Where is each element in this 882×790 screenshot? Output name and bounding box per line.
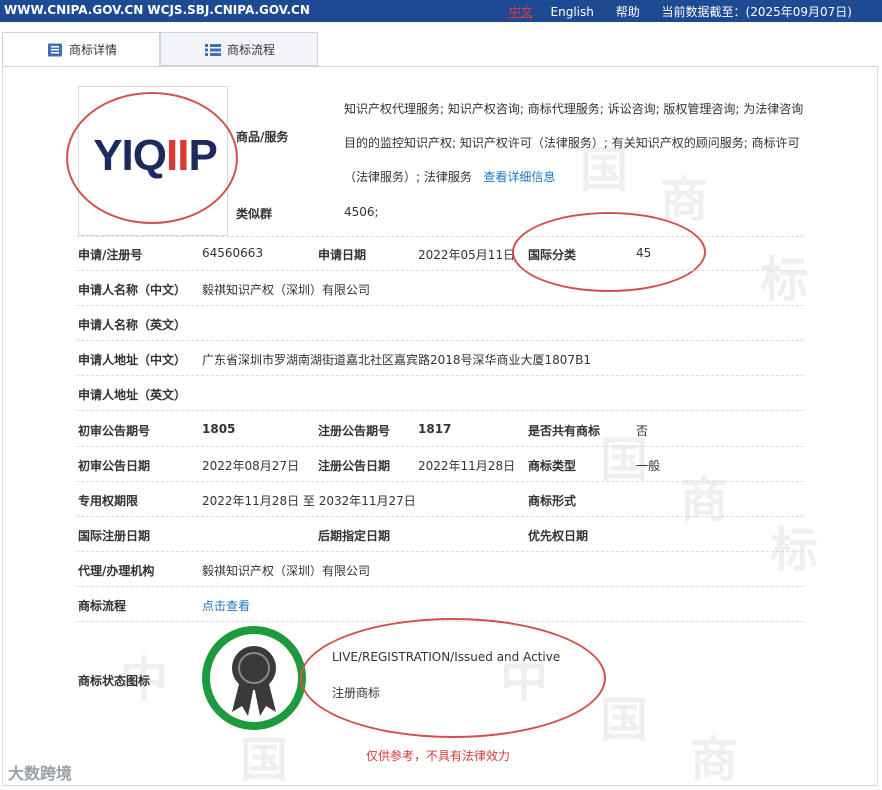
row-divider — [76, 551, 804, 552]
lang-cn-link[interactable]: 中文 — [509, 5, 533, 19]
agent-value: 毅祺知识产权（深圳）有限公司 — [202, 564, 371, 578]
address-en-label: 申请人地址（英文） — [78, 388, 187, 402]
mark-type-value: 一般 — [636, 459, 661, 473]
applicant-en-label: 申请人名称（英文） — [78, 318, 187, 332]
status-icon-label: 商标状态图标 — [78, 674, 151, 688]
apply-date-label: 申请日期 — [318, 248, 367, 262]
row-divider — [76, 516, 804, 517]
exclusive-period-label: 专用权期限 — [78, 494, 139, 508]
help-link[interactable]: 帮助 — [616, 5, 640, 19]
list-icon — [205, 44, 221, 56]
similar-group-value: 4506; — [344, 205, 379, 219]
reg-notice-no-label: 注册公告期号 — [318, 424, 391, 438]
row-divider — [76, 270, 804, 271]
mark-type-label: 商标类型 — [528, 459, 577, 473]
data-date: 当前数据截至：(2025年09月07日) — [661, 5, 852, 19]
exclusive-period-value: 2022年11月28日 至 2032年11月27日 — [202, 494, 416, 508]
address-cn-label: 申请人地址（中文） — [78, 353, 187, 367]
site-domains[interactable]: WWW.CNIPA.GOV.CN WCJS.SBJ.CNIPA.GOV.CN — [4, 3, 310, 17]
reg-notice-date-value: 2022年11月28日 — [418, 459, 516, 473]
reg-notice-no-value: 1817 — [418, 422, 452, 436]
applicant-cn-label: 申请人名称（中文） — [78, 283, 187, 297]
agent-label: 代理/办理机构 — [78, 564, 155, 578]
mark-form-label: 商标形式 — [528, 494, 577, 508]
registered-status-icon — [202, 626, 306, 730]
top-bar: WWW.CNIPA.GOV.CN WCJS.SBJ.CNIPA.GOV.CN 中… — [0, 0, 882, 22]
lang-en-link[interactable]: English — [551, 5, 594, 19]
priority-date-label: 优先权日期 — [528, 529, 589, 543]
intl-reg-date-label: 国际注册日期 — [78, 529, 151, 543]
row-divider — [76, 446, 804, 447]
reg-no-label: 申请/注册号 — [78, 248, 143, 262]
tab-flow[interactable]: 商标流程 — [160, 32, 318, 66]
later-date-label: 后期指定日期 — [318, 529, 391, 543]
prelim-no-label: 初审公告期号 — [78, 424, 151, 438]
row-divider — [76, 305, 804, 306]
goods-detail-link[interactable]: 查看详细信息 — [483, 170, 555, 184]
tab-details[interactable]: 商标详情 — [2, 32, 160, 66]
tab-details-label: 商标详情 — [69, 43, 118, 57]
apply-date-value: 2022年05月11日 — [418, 248, 516, 262]
goods-label: 商品/服务 — [236, 130, 289, 144]
shared-mark-value: 否 — [636, 424, 649, 438]
tab-flow-label: 商标流程 — [227, 43, 276, 57]
prelim-date-value: 2022年08月27日 — [202, 459, 300, 473]
flow-view-link[interactable]: 点击查看 — [202, 597, 250, 614]
highlight-circle-logo — [66, 92, 238, 224]
reg-no-value: 64560663 — [202, 246, 264, 260]
goods-text: 知识产权代理服务; 知识产权咨询; 商标代理服务; 诉讼咨询; 版权管理咨询; … — [344, 102, 804, 184]
address-cn-value: 广东省深圳市罗湖南湖街道嘉北社区嘉宾路2018号深华商业大厦1807B1 — [202, 353, 591, 367]
reg-notice-date-label: 注册公告日期 — [318, 459, 391, 473]
row-divider — [76, 410, 804, 411]
flow-label: 商标流程 — [78, 599, 127, 613]
document-icon — [48, 43, 62, 57]
prelim-no-value: 1805 — [202, 422, 236, 436]
row-divider — [76, 481, 804, 482]
highlight-circle-class — [512, 212, 706, 292]
shared-mark-label: 是否共有商标 — [528, 424, 601, 438]
brand-watermark: 大数跨境 — [8, 764, 73, 783]
row-divider — [76, 375, 804, 376]
applicant-cn-value: 毅祺知识产权（深圳）有限公司 — [202, 283, 371, 297]
row-divider — [76, 586, 804, 587]
top-bar-links: 中文 English 帮助 当前数据截至：(2025年09月07日) — [495, 3, 852, 20]
highlight-circle-status — [300, 618, 606, 738]
award-ribbon-icon — [232, 646, 276, 716]
disclaimer-text: 仅供参考，不具有法律效力 — [366, 749, 511, 763]
similar-group-label: 类似群 — [236, 207, 273, 221]
prelim-date-label: 初审公告日期 — [78, 459, 151, 473]
row-divider — [76, 340, 804, 341]
